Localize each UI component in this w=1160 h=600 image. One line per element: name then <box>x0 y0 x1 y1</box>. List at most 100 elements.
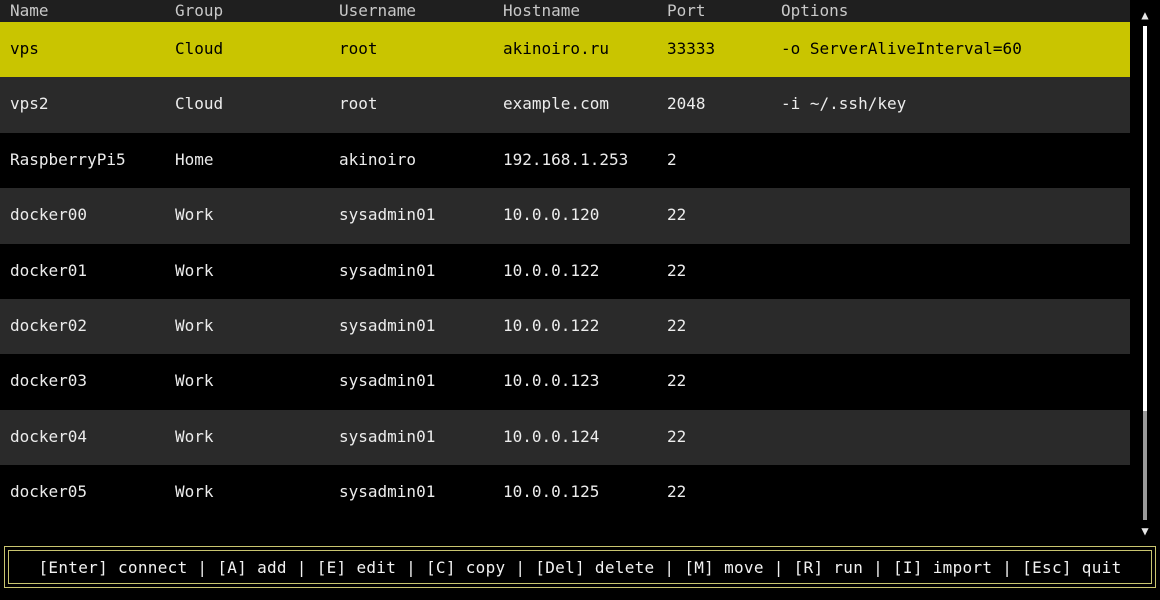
cell-group: Home <box>175 149 214 169</box>
header-name[interactable]: Name <box>10 0 49 22</box>
header-port[interactable]: Port <box>667 0 706 22</box>
header-hostname[interactable]: Hostname <box>503 0 580 22</box>
cell-group: Work <box>175 426 214 446</box>
cell-options: -i ~/.ssh/key <box>781 94 907 114</box>
shortcut-key: [Esc] <box>1022 557 1072 577</box>
cell-port: 22 <box>667 371 687 391</box>
cell-hostname: 10.0.0.120 <box>503 205 600 225</box>
cell-name: vps <box>10 39 39 58</box>
table-row[interactable]: vps Cloud root akinoiro.ru 33333 -o ServerAli… <box>0 22 1130 78</box>
scroll-down-arrow-icon[interactable]: ▼ <box>1135 524 1155 538</box>
cell-username: akinoiro <box>339 149 417 169</box>
header-username[interactable]: Username <box>339 0 416 22</box>
host-table: vps Cloud root akinoiro.ru 33333 -o ServerAli… <box>0 22 1130 521</box>
cell-name: RaspberryPi5 <box>10 149 126 169</box>
shortcut-action: delete <box>594 557 655 577</box>
table-row[interactable]: docker02 Work sysadmin01 10.0.0.122 22 <box>0 298 1130 355</box>
cell-hostname: 10.0.0.125 <box>503 482 600 502</box>
table-row[interactable]: docker04 Work sysadmin01 10.0.0.124 22 <box>0 409 1130 466</box>
table-row[interactable]: RaspberryPi5 Home akinoiro 192.168.1.253 2 <box>0 132 1130 189</box>
shortcut-action: quit <box>1081 557 1122 577</box>
ssh-host-manager: Name Group Username Hostname Port Option… <box>0 0 1160 600</box>
shortcut-action: connect <box>117 557 188 577</box>
shortcut-edit[interactable]: [E] edit <box>317 558 396 577</box>
cell-port: 2048 <box>667 94 706 114</box>
shortcut-action: edit <box>356 557 397 577</box>
cell-hostname: 10.0.0.122 <box>503 260 600 280</box>
shortcut-run[interactable]: [R] run <box>794 558 864 577</box>
shortcut-key: [Del] <box>535 557 585 577</box>
vertical-scrollbar[interactable]: ▲ ▼ <box>1135 4 1155 540</box>
cell-port: 2 <box>667 149 677 169</box>
table-row[interactable]: docker03 Work sysadmin01 10.0.0.123 22 <box>0 354 1130 410</box>
shortcut-action: move <box>724 557 764 577</box>
shortcut-separator: | <box>286 557 317 577</box>
shortcut-key: [I] <box>892 557 923 577</box>
shortcut-separator: | <box>396 557 426 577</box>
cell-name: docker05 <box>10 482 88 502</box>
cell-username: sysadmin01 <box>339 315 436 335</box>
cell-hostname: 10.0.0.123 <box>503 371 600 391</box>
cell-hostname: 192.168.1.253 <box>503 149 629 169</box>
cell-group: Work <box>175 205 214 225</box>
shortcut-import[interactable]: [I] import <box>893 558 992 577</box>
cell-hostname: example.com <box>503 94 609 114</box>
cell-group: Work <box>175 260 214 280</box>
cell-name: docker00 <box>10 205 88 225</box>
shortcut-separator: | <box>654 557 685 577</box>
scroll-thumb[interactable] <box>1143 26 1147 411</box>
cell-group: Work <box>175 315 214 335</box>
scroll-up-arrow-icon[interactable]: ▲ <box>1135 8 1155 22</box>
cell-name: docker02 <box>10 315 88 335</box>
cell-port: 22 <box>667 205 687 225</box>
cell-username: sysadmin01 <box>339 426 436 446</box>
cell-hostname: 10.0.0.124 <box>503 426 600 446</box>
shortcut-move[interactable]: [M] move <box>684 558 763 577</box>
cell-options: -o ServerAliveInterval=60 <box>781 39 1022 58</box>
shortcut-separator: | <box>187 557 218 577</box>
shortcut-separator: | <box>505 557 536 577</box>
cell-port: 22 <box>667 260 687 280</box>
header-options[interactable]: Options <box>781 0 848 22</box>
cell-group: Work <box>175 371 214 391</box>
shortcut-action: run <box>833 557 864 577</box>
shortcut-key: [E] <box>316 557 347 577</box>
table-row[interactable]: docker01 Work sysadmin01 10.0.0.122 22 <box>0 243 1130 299</box>
table-row[interactable]: docker00 Work sysadmin01 10.0.0.120 22 <box>0 188 1130 244</box>
cell-port: 33333 <box>667 39 716 58</box>
cell-username: sysadmin01 <box>339 260 436 280</box>
cell-group: Work <box>175 482 214 502</box>
table-header: Name Group Username Hostname Port Option… <box>0 0 1130 22</box>
shortcut-copy[interactable]: [C] copy <box>426 558 505 577</box>
cell-username: sysadmin01 <box>339 371 436 391</box>
shortcut-bar: [Enter] connect | [A] add | [E] edit | [… <box>4 546 1156 588</box>
shortcut-quit[interactable]: [Esc] quit <box>1022 558 1121 577</box>
shortcut-separator: | <box>992 557 1023 577</box>
shortcut-bar-inner: [Enter] connect | [A] add | [E] edit | [… <box>8 550 1152 584</box>
cell-username: root <box>339 39 378 58</box>
cell-username: sysadmin01 <box>339 205 436 225</box>
shortcut-action: add <box>257 557 287 577</box>
shortcut-action: copy <box>465 557 506 577</box>
shortcut-add[interactable]: [A] add <box>217 558 287 577</box>
cell-port: 22 <box>667 315 687 335</box>
shortcut-separator: | <box>863 557 893 577</box>
cell-username: sysadmin01 <box>339 482 436 502</box>
shortcut-key: [M] <box>684 557 715 577</box>
table-row[interactable]: vps2 Cloud root example.com 2048 -i ~/.ssh/ke… <box>0 77 1130 133</box>
cell-name: docker01 <box>10 260 88 280</box>
header-group[interactable]: Group <box>175 0 223 22</box>
shortcut-delete[interactable]: [Del] delete <box>535 558 654 577</box>
scroll-track[interactable] <box>1143 26 1147 520</box>
cell-name: vps2 <box>10 94 49 114</box>
cell-port: 22 <box>667 482 687 502</box>
cell-hostname: akinoiro.ru <box>503 39 609 58</box>
shortcut-connect[interactable]: [Enter] connect <box>39 558 188 577</box>
cell-group: Cloud <box>175 94 224 114</box>
cell-group: Cloud <box>175 39 224 58</box>
cell-name: docker04 <box>10 426 88 446</box>
cell-port: 22 <box>667 426 687 446</box>
shortcut-key: [A] <box>217 557 248 577</box>
shortcut-key: [Enter] <box>38 557 109 577</box>
table-row[interactable]: docker05 Work sysadmin01 10.0.0.125 22 <box>0 465 1130 521</box>
